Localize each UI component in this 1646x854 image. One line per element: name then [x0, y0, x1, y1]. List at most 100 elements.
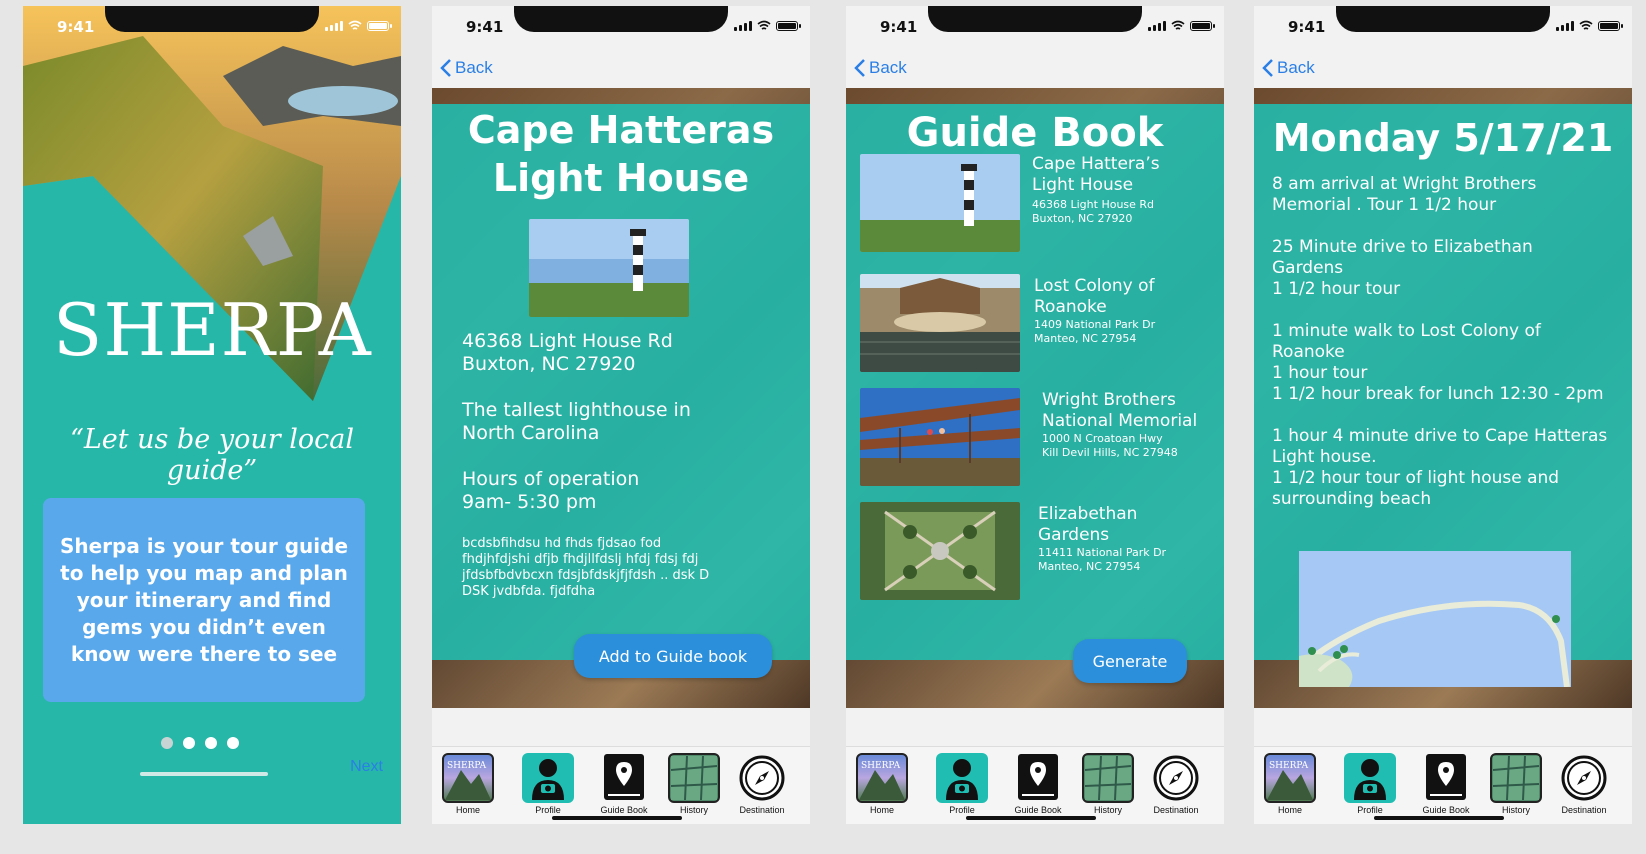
map-pin-icon [598, 753, 650, 803]
place-name-line: Lost Colony of [1034, 276, 1155, 296]
guidebook-item[interactable]: Elizabethan Gardens 11411 National Park … [860, 502, 1210, 602]
place-name: Cape Hattera’s Light House [1032, 154, 1160, 196]
home-indicator [966, 816, 1096, 820]
signal-icon [1148, 21, 1166, 31]
home-indicator [140, 772, 268, 776]
tab-history[interactable]: History [1076, 753, 1140, 815]
home-indicator [1374, 816, 1504, 820]
tab-guidebook[interactable]: Guide Book [592, 753, 656, 815]
tab-profile[interactable]: Profile [516, 753, 580, 815]
notes: bcdsbfihdsu hd fhds fjdsao fod fhdjhfdjs… [462, 536, 762, 600]
tab-history[interactable]: History [1484, 753, 1548, 815]
place-name: Lost Colony of Roanoke [1034, 276, 1155, 318]
tab-bar: SHERPA Home Profile Guide Book History D… [432, 746, 810, 824]
page-indicator[interactable] [161, 737, 239, 749]
tab-label: Profile [949, 805, 975, 815]
svg-text:SHERPA: SHERPA [861, 761, 901, 771]
status-time: 9:41 [880, 18, 918, 36]
guidebook-item[interactable]: Lost Colony of Roanoke 1409 National Par… [860, 274, 1210, 374]
place-address: 1409 National Park Dr Manteo, NC 27954 [1034, 318, 1155, 346]
tab-label: Guide Book [600, 805, 648, 815]
guidebook-screen: 9:41 Back Guide Book Cape Hattera’s Ligh… [846, 6, 1224, 824]
hours-value: 9am- 5:30 pm [462, 491, 597, 513]
compass-icon [1150, 753, 1202, 803]
svg-text:SHERPA: SHERPA [447, 761, 487, 771]
page-dot[interactable] [227, 737, 239, 749]
page-title: Cape Hatteras Light House [432, 106, 810, 202]
back-button[interactable]: Back [1262, 58, 1315, 78]
tab-label: History [1093, 805, 1122, 815]
tab-label: Profile [1357, 805, 1383, 815]
itinerary-list: 8 am arrival at Wright Brothers Memorial… [1272, 174, 1622, 531]
tab-destination[interactable]: Destination [730, 753, 794, 815]
lighthouse-photo [529, 219, 689, 317]
guidebook-item[interactable]: Wright Brothers National Memorial 1000 N… [860, 388, 1210, 488]
folded-map-icon [1490, 753, 1542, 803]
battery-icon [1190, 21, 1215, 31]
status-time: 9:41 [1288, 18, 1326, 36]
wifi-icon [348, 20, 362, 30]
map-pin-icon [1333, 651, 1341, 659]
tab-profile[interactable]: Profile [1338, 753, 1402, 815]
wright-flyer-photo [860, 388, 1020, 486]
address-line: Buxton, NC 27920 [462, 353, 636, 375]
address-line: Buxton, NC 27920 [1032, 212, 1133, 225]
intro-text: Sherpa is your tour guide to help you ma… [59, 533, 349, 666]
page-title: Guide Book [906, 110, 1164, 156]
garden-photo [860, 502, 1020, 600]
generate-button[interactable]: Generate [1073, 639, 1187, 683]
page-dot[interactable] [161, 737, 173, 749]
address-line: 1409 National Park Dr [1034, 318, 1156, 331]
page-dot[interactable] [205, 737, 217, 749]
place-name: Elizabethan Gardens [1038, 504, 1137, 546]
app-logo: SHERPA [53, 288, 372, 372]
address-line: 46368 Light House Rd [1032, 198, 1155, 211]
tab-guidebook[interactable]: Guide Book [1414, 753, 1478, 815]
tab-home[interactable]: SHERPA Home [1258, 753, 1322, 815]
map-pin-icon [1308, 647, 1316, 655]
address: 46368 Light House Rd Buxton, NC 27920 [462, 330, 673, 376]
tab-label: Guide Book [1014, 805, 1062, 815]
place-name-line: Wright Brothers [1042, 390, 1176, 410]
place-address: 11411 National Park Dr Manteo, NC 27954 [1038, 546, 1166, 574]
chevron-left-icon [854, 59, 865, 77]
next-button[interactable]: Next [350, 758, 383, 776]
folded-map-icon [1082, 753, 1134, 803]
address-line: 46368 Light House Rd [462, 330, 673, 352]
add-to-guidebook-button[interactable]: Add to Guide book [574, 634, 772, 678]
tab-label: Destination [739, 805, 785, 815]
signal-icon [325, 21, 343, 31]
address-line: Manteo, NC 27954 [1034, 332, 1137, 345]
tab-history[interactable]: History [662, 753, 726, 815]
notes-line: bcdsbfihdsu hd fhds fjdsao fod [462, 536, 662, 551]
route-map[interactable] [1299, 551, 1571, 687]
back-button[interactable]: Back [440, 58, 493, 78]
address-line: Manteo, NC 27954 [1038, 560, 1141, 573]
itinerary-screen: 9:41 Back Monday 5/17/21 8 am arrival at… [1254, 6, 1632, 824]
wifi-icon [1579, 20, 1593, 30]
tab-destination[interactable]: Destination [1144, 753, 1208, 815]
place-address: 1000 N Croatoan Hwy Kill Devil Hills, NC… [1042, 432, 1178, 460]
battery-icon [776, 21, 801, 31]
tab-destination[interactable]: Destination [1552, 753, 1616, 815]
place-name-line: Cape Hattera’s [1032, 154, 1160, 174]
status-time: 9:41 [466, 18, 504, 36]
tab-guidebook[interactable]: Guide Book [1006, 753, 1070, 815]
back-button[interactable]: Back [854, 58, 907, 78]
tab-label: Destination [1561, 805, 1607, 815]
fact-line: North Carolina [462, 422, 600, 444]
tab-bar: SHERPA Home Profile Guide Book History D… [1254, 746, 1632, 824]
place-name-line: Elizabethan [1038, 504, 1138, 524]
guidebook-item[interactable]: Cape Hattera’s Light House 46368 Light H… [860, 154, 1210, 254]
page-title: Monday 5/17/21 [1272, 116, 1614, 160]
address-line: 1000 N Croatoan Hwy [1042, 432, 1163, 445]
tab-profile[interactable]: Profile [930, 753, 994, 815]
back-label: Back [869, 58, 907, 77]
wifi-icon [1171, 20, 1185, 30]
tab-home[interactable]: SHERPA Home [850, 753, 914, 815]
chevron-left-icon [1262, 59, 1273, 77]
address-line: 11411 National Park Dr [1038, 546, 1167, 559]
tab-home[interactable]: SHERPA Home [436, 753, 500, 815]
fact: The tallest lighthouse in North Carolina [462, 399, 691, 445]
page-dot[interactable] [183, 737, 195, 749]
